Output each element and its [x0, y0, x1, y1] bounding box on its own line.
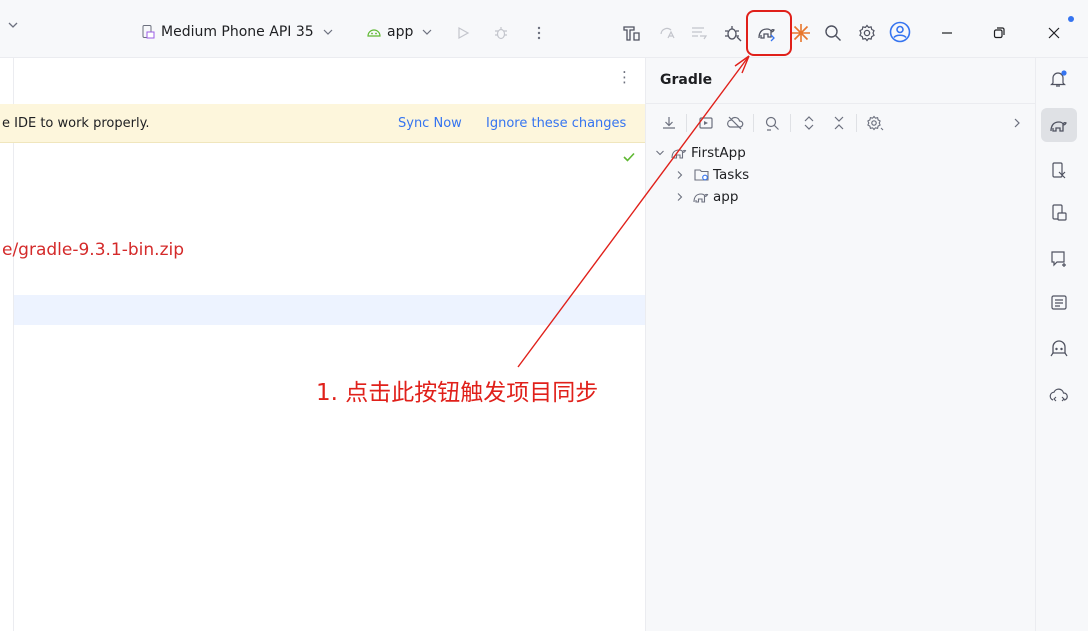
annotation-arrow [517, 55, 750, 368]
annotation-text: 1. 点击此按钮触发项目同步 [316, 380, 599, 406]
